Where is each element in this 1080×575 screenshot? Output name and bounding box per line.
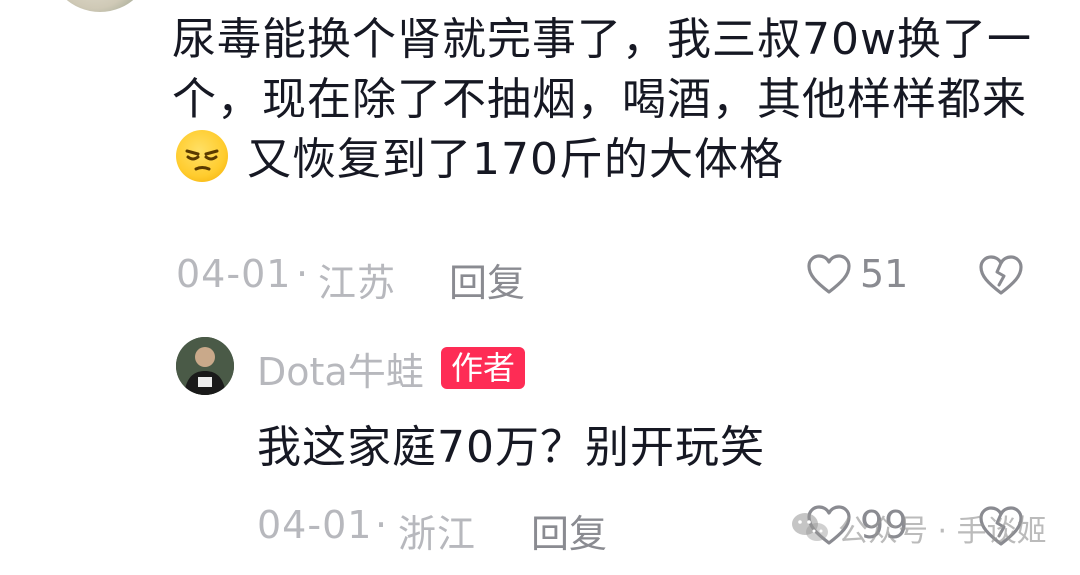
reply-location: 浙江 bbox=[398, 512, 477, 556]
commenter-avatar[interactable] bbox=[48, 0, 152, 12]
smirk-emoji-icon bbox=[176, 130, 228, 182]
heart-icon bbox=[807, 254, 851, 294]
comment-text: 尿毒能换个肾就完事了，我三叔70w换了一个，现在除了不抽烟，喝酒，其他样样都来 … bbox=[172, 14, 1032, 185]
author-badge: 作者 bbox=[441, 347, 526, 389]
comment-dislike-button[interactable] bbox=[978, 254, 1024, 300]
reply-text: 我这家庭70万？别开玩笑 bbox=[257, 422, 765, 473]
watermark: 公众号 · 手谈姬 bbox=[790, 506, 1047, 550]
person-avatar-icon bbox=[176, 337, 234, 395]
comment-like-count: 51 bbox=[860, 252, 909, 296]
comment-date: 04-01 bbox=[176, 252, 292, 296]
reply-date: 04-01 bbox=[257, 503, 373, 547]
broken-heart-icon bbox=[979, 255, 1023, 295]
comment-location: 江苏 bbox=[318, 261, 397, 305]
comment-reply-button[interactable]: 回复 bbox=[449, 252, 525, 307]
watermark-text: 公众号 · 手谈姬 bbox=[838, 514, 1047, 549]
reply-avatar[interactable] bbox=[176, 337, 234, 395]
comment-separator: · bbox=[296, 252, 310, 296]
reply-reply-button[interactable]: 回复 bbox=[531, 503, 607, 558]
reply-username[interactable]: Dota牛蛙 bbox=[257, 341, 424, 396]
reply-separator: · bbox=[375, 503, 389, 547]
comment-like-button[interactable]: 51 bbox=[806, 252, 908, 296]
wechat-icon bbox=[792, 513, 828, 541]
